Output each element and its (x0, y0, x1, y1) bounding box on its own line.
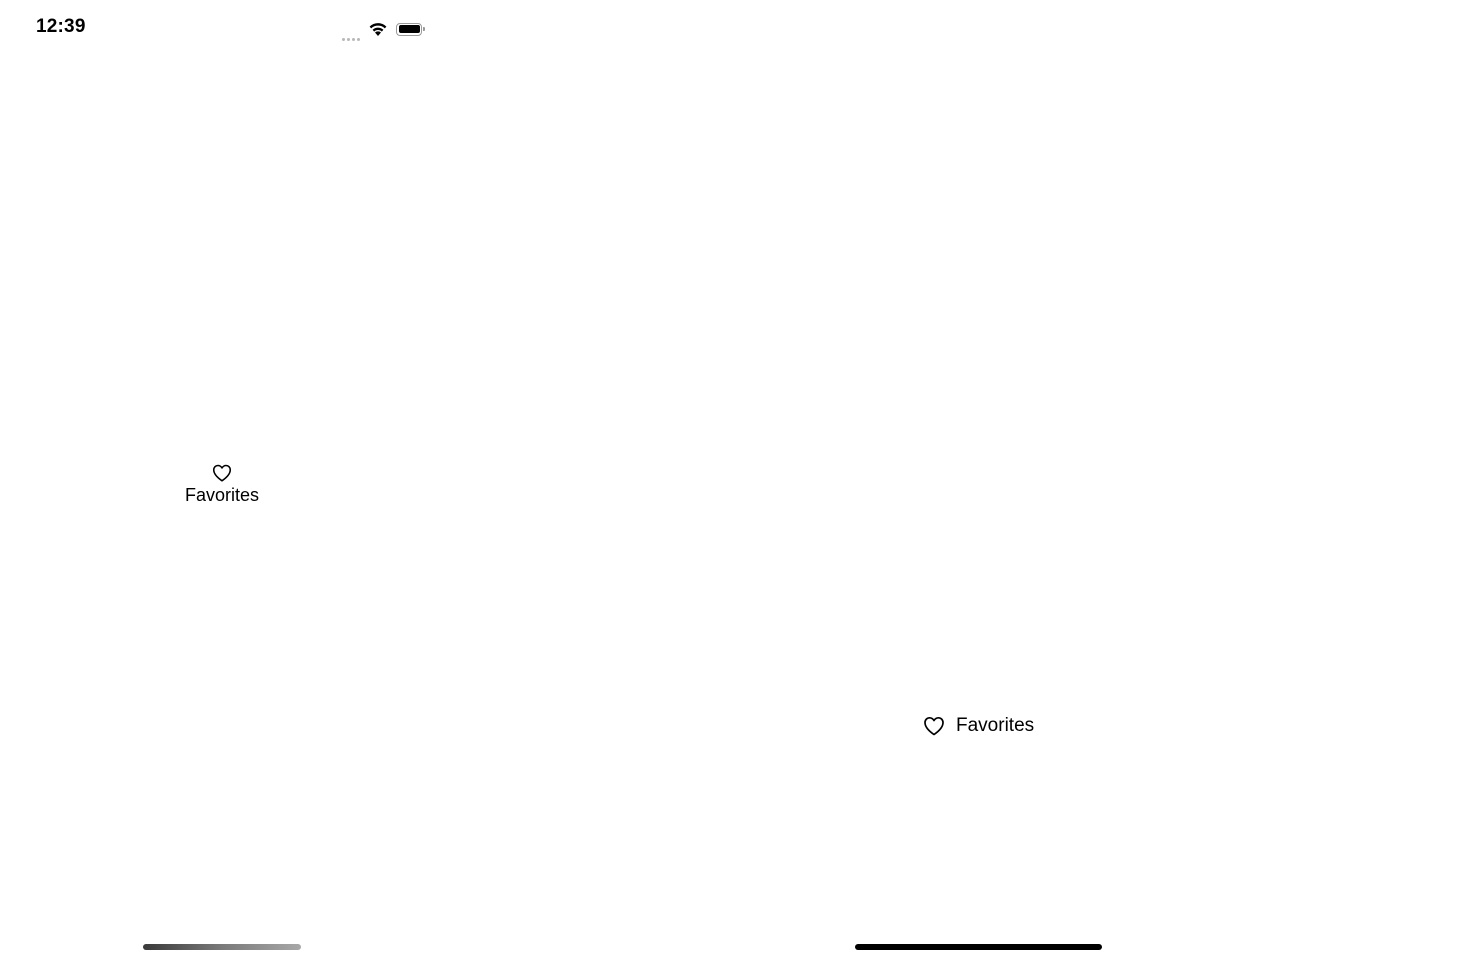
portrait-device: 12:39 Favorites (0, 0, 444, 960)
status-bar: 12:39 (0, 0, 444, 56)
signal-dots-icon (342, 17, 360, 41)
home-indicator-landscape[interactable] (855, 944, 1102, 950)
status-time: 12:39 (36, 16, 86, 37)
wifi-icon (369, 23, 387, 36)
home-indicator-portrait[interactable] (143, 944, 301, 950)
favorites-tab-portrait[interactable]: Favorites (172, 462, 272, 506)
favorites-tab-label: Favorites (956, 715, 1035, 736)
battery-icon (396, 22, 425, 36)
screen: 12:39 Favorites Favorites (0, 0, 1458, 960)
heart-icon (212, 464, 232, 482)
favorites-tab-label: Favorites (184, 485, 260, 505)
status-icons (342, 17, 425, 41)
heart-icon (924, 716, 944, 736)
favorites-tab-landscape[interactable]: Favorites (922, 713, 1034, 739)
